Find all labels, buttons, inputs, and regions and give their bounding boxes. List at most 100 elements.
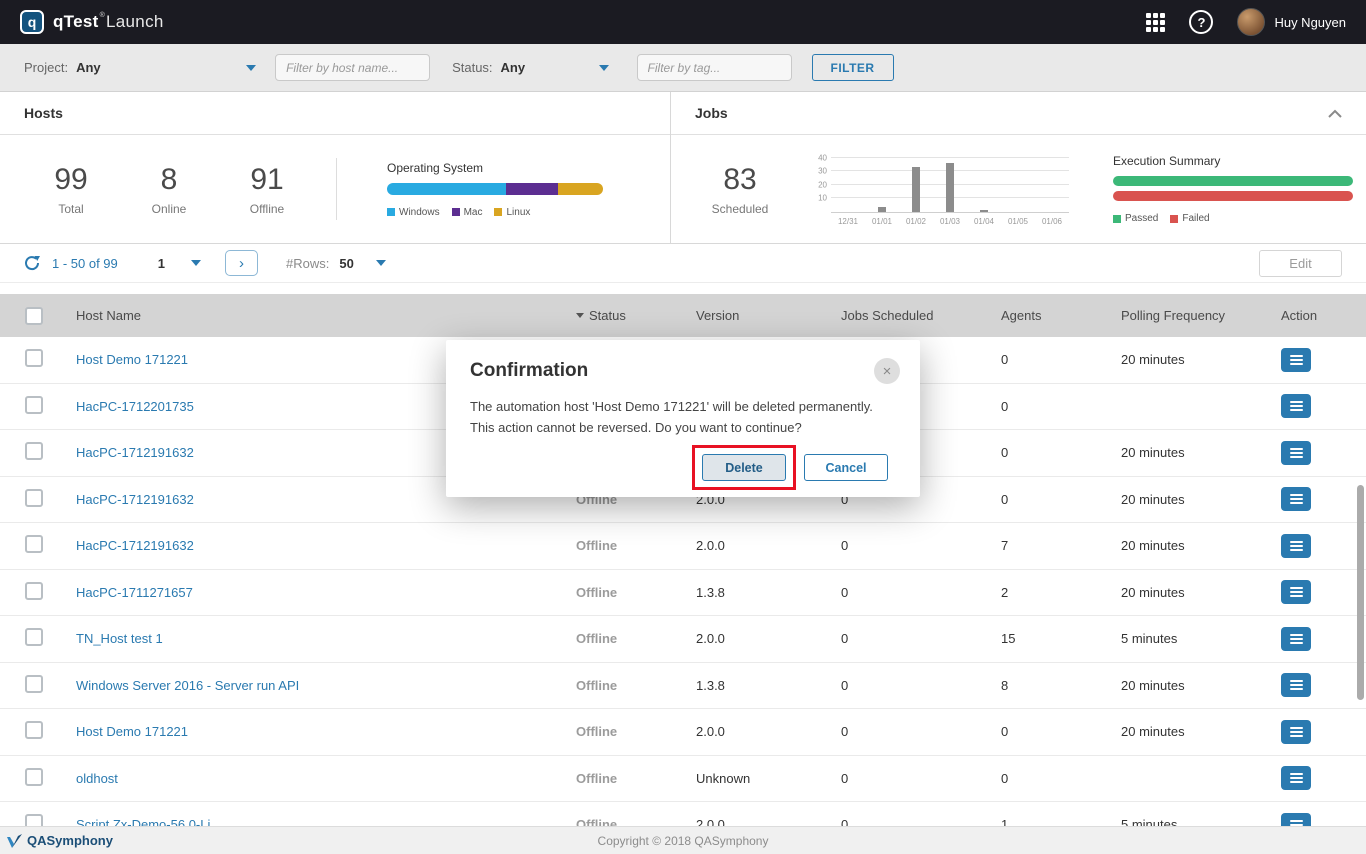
table-row: TN_Host test 1 Offline 2.0.0 0 15 5 minu…	[0, 616, 1366, 663]
row-actions-button[interactable]	[1281, 720, 1311, 744]
status-value: Any	[501, 60, 526, 75]
brand[interactable]: q qTest®Launch	[20, 10, 164, 34]
host-name-link[interactable]: TN_Host test 1	[76, 631, 163, 646]
host-version: 1.3.8	[680, 585, 825, 600]
row-checkbox[interactable]	[25, 721, 43, 739]
row-actions-button[interactable]	[1281, 627, 1311, 651]
dialog-title: Confirmation	[470, 360, 896, 382]
row-actions-button[interactable]	[1281, 394, 1311, 418]
host-name-link[interactable]: Windows Server 2016 - Server run API	[76, 678, 299, 693]
refresh-button[interactable]	[24, 255, 40, 271]
host-name-link[interactable]: Script Zx-Demo-56.0-Li	[76, 817, 210, 826]
delete-button[interactable]: Delete	[702, 454, 786, 481]
column-host-name[interactable]: Host Name	[60, 308, 560, 323]
table-row: Script Zx-Demo-56.0-Li Offline 2.0.0 0 1…	[0, 802, 1366, 826]
host-name-link[interactable]: HacPC-1712191632	[76, 492, 194, 507]
os-bar-segment	[558, 183, 603, 195]
host-version: 2.0.0	[680, 724, 825, 739]
row-checkbox[interactable]	[25, 489, 43, 507]
jobs-scheduled-count: 0	[825, 817, 985, 826]
next-page-button[interactable]: ›	[225, 250, 258, 276]
host-status: Offline	[576, 538, 617, 553]
table-toolbar: 1 - 50 of 99 1 › #Rows: 50 Edit	[0, 244, 1366, 283]
hosts-total-value: 99	[22, 163, 120, 197]
column-jobs-scheduled[interactable]: Jobs Scheduled	[825, 308, 985, 323]
select-all-checkbox[interactable]	[25, 307, 43, 325]
row-actions-button[interactable]	[1281, 673, 1311, 697]
row-checkbox[interactable]	[25, 628, 43, 646]
row-checkbox[interactable]	[25, 675, 43, 693]
host-name-link[interactable]: Host Demo 171221	[76, 352, 188, 367]
host-name-filter-input[interactable]	[275, 54, 430, 81]
row-actions-button[interactable]	[1281, 813, 1311, 826]
rows-per-page-dropdown[interactable]: 50	[339, 256, 385, 271]
row-checkbox[interactable]	[25, 349, 43, 367]
summary-panels: Hosts 99 Total 8 Online 91 Offline Opera…	[0, 92, 1366, 244]
host-name-link[interactable]: HacPC-1712201735	[76, 399, 194, 414]
qasymphony-logo[interactable]: QASymphony	[6, 832, 113, 850]
row-checkbox[interactable]	[25, 442, 43, 460]
status-dropdown[interactable]: Any	[501, 60, 609, 75]
row-actions-button[interactable]	[1281, 580, 1311, 604]
tag-filter-input[interactable]	[637, 54, 792, 81]
host-name-link[interactable]: Host Demo 171221	[76, 724, 188, 739]
column-polling-frequency[interactable]: Polling Frequency	[1105, 308, 1265, 323]
row-checkbox[interactable]	[25, 814, 43, 826]
jobs-scheduled-count: 0	[825, 585, 985, 600]
host-name-link[interactable]: oldhost	[76, 771, 118, 786]
os-chart-title: Operating System	[387, 161, 603, 175]
qtest-launch-app: q qTest®Launch ? Huy Nguyen Project: Any…	[0, 0, 1366, 854]
row-actions-button[interactable]	[1281, 487, 1311, 511]
page-dropdown[interactable]: 1	[158, 256, 201, 271]
row-actions-button[interactable]	[1281, 348, 1311, 372]
menu-icon	[1290, 725, 1303, 739]
row-checkbox[interactable]	[25, 396, 43, 414]
passed-legend-item: Passed	[1113, 213, 1158, 224]
jobs-bar	[946, 163, 954, 211]
vertical-scrollbar[interactable]	[1357, 485, 1364, 700]
help-icon[interactable]: ?	[1189, 10, 1213, 34]
hosts-offline-label: Offline	[218, 202, 316, 216]
filter-button[interactable]: FILTER	[812, 54, 894, 81]
agents-count: 0	[985, 399, 1105, 414]
row-checkbox[interactable]	[25, 535, 43, 553]
apps-grid-icon[interactable]	[1146, 13, 1165, 32]
execution-legend: Passed Failed	[1113, 213, 1353, 224]
host-name-link[interactable]: HacPC-1712191632	[76, 538, 194, 553]
polling-frequency: 20 minutes	[1105, 538, 1265, 553]
column-status[interactable]: Status	[560, 308, 680, 323]
hosts-offline-stat: 91 Offline	[218, 163, 316, 216]
jobs-chart-plot: 10203040	[831, 153, 1069, 213]
row-checkbox[interactable]	[25, 582, 43, 600]
column-status-label: Status	[589, 308, 626, 323]
host-name-link[interactable]: HacPC-1712191632	[76, 445, 194, 460]
menu-icon	[1290, 446, 1303, 460]
row-actions-button[interactable]	[1281, 766, 1311, 790]
failed-legend-item: Failed	[1170, 213, 1209, 224]
host-status: Offline	[576, 678, 617, 693]
row-actions-button[interactable]	[1281, 441, 1311, 465]
host-status: Offline	[576, 724, 617, 739]
host-name-link[interactable]: HacPC-1711271657	[76, 585, 193, 600]
column-action-label: Action	[1281, 308, 1317, 323]
pagination-range: 1 - 50 of 99	[52, 256, 118, 271]
os-bar-segment	[387, 183, 506, 195]
close-icon[interactable]: ×	[874, 358, 900, 384]
rows-value: 50	[339, 256, 353, 271]
row-checkbox[interactable]	[25, 768, 43, 786]
column-agents[interactable]: Agents	[985, 308, 1105, 323]
cancel-button[interactable]: Cancel	[804, 454, 888, 481]
chevron-down-icon	[246, 65, 256, 71]
jobs-panel: Jobs 83 Scheduled 10203040 12/3101/0101/…	[671, 92, 1366, 243]
project-dropdown[interactable]: Any	[76, 60, 256, 75]
row-actions-button[interactable]	[1281, 534, 1311, 558]
collapse-chevron-up-icon[interactable]	[1328, 109, 1342, 118]
host-version: 2.0.0	[680, 631, 825, 646]
column-version[interactable]: Version	[680, 308, 825, 323]
user-menu[interactable]: Huy Nguyen	[1237, 8, 1346, 36]
polling-frequency: 20 minutes	[1105, 492, 1265, 507]
menu-icon	[1290, 585, 1303, 599]
edit-button[interactable]: Edit	[1259, 250, 1342, 277]
host-status: Offline	[576, 585, 617, 600]
os-chart-block: Operating System WindowsMacLinux	[387, 161, 603, 218]
